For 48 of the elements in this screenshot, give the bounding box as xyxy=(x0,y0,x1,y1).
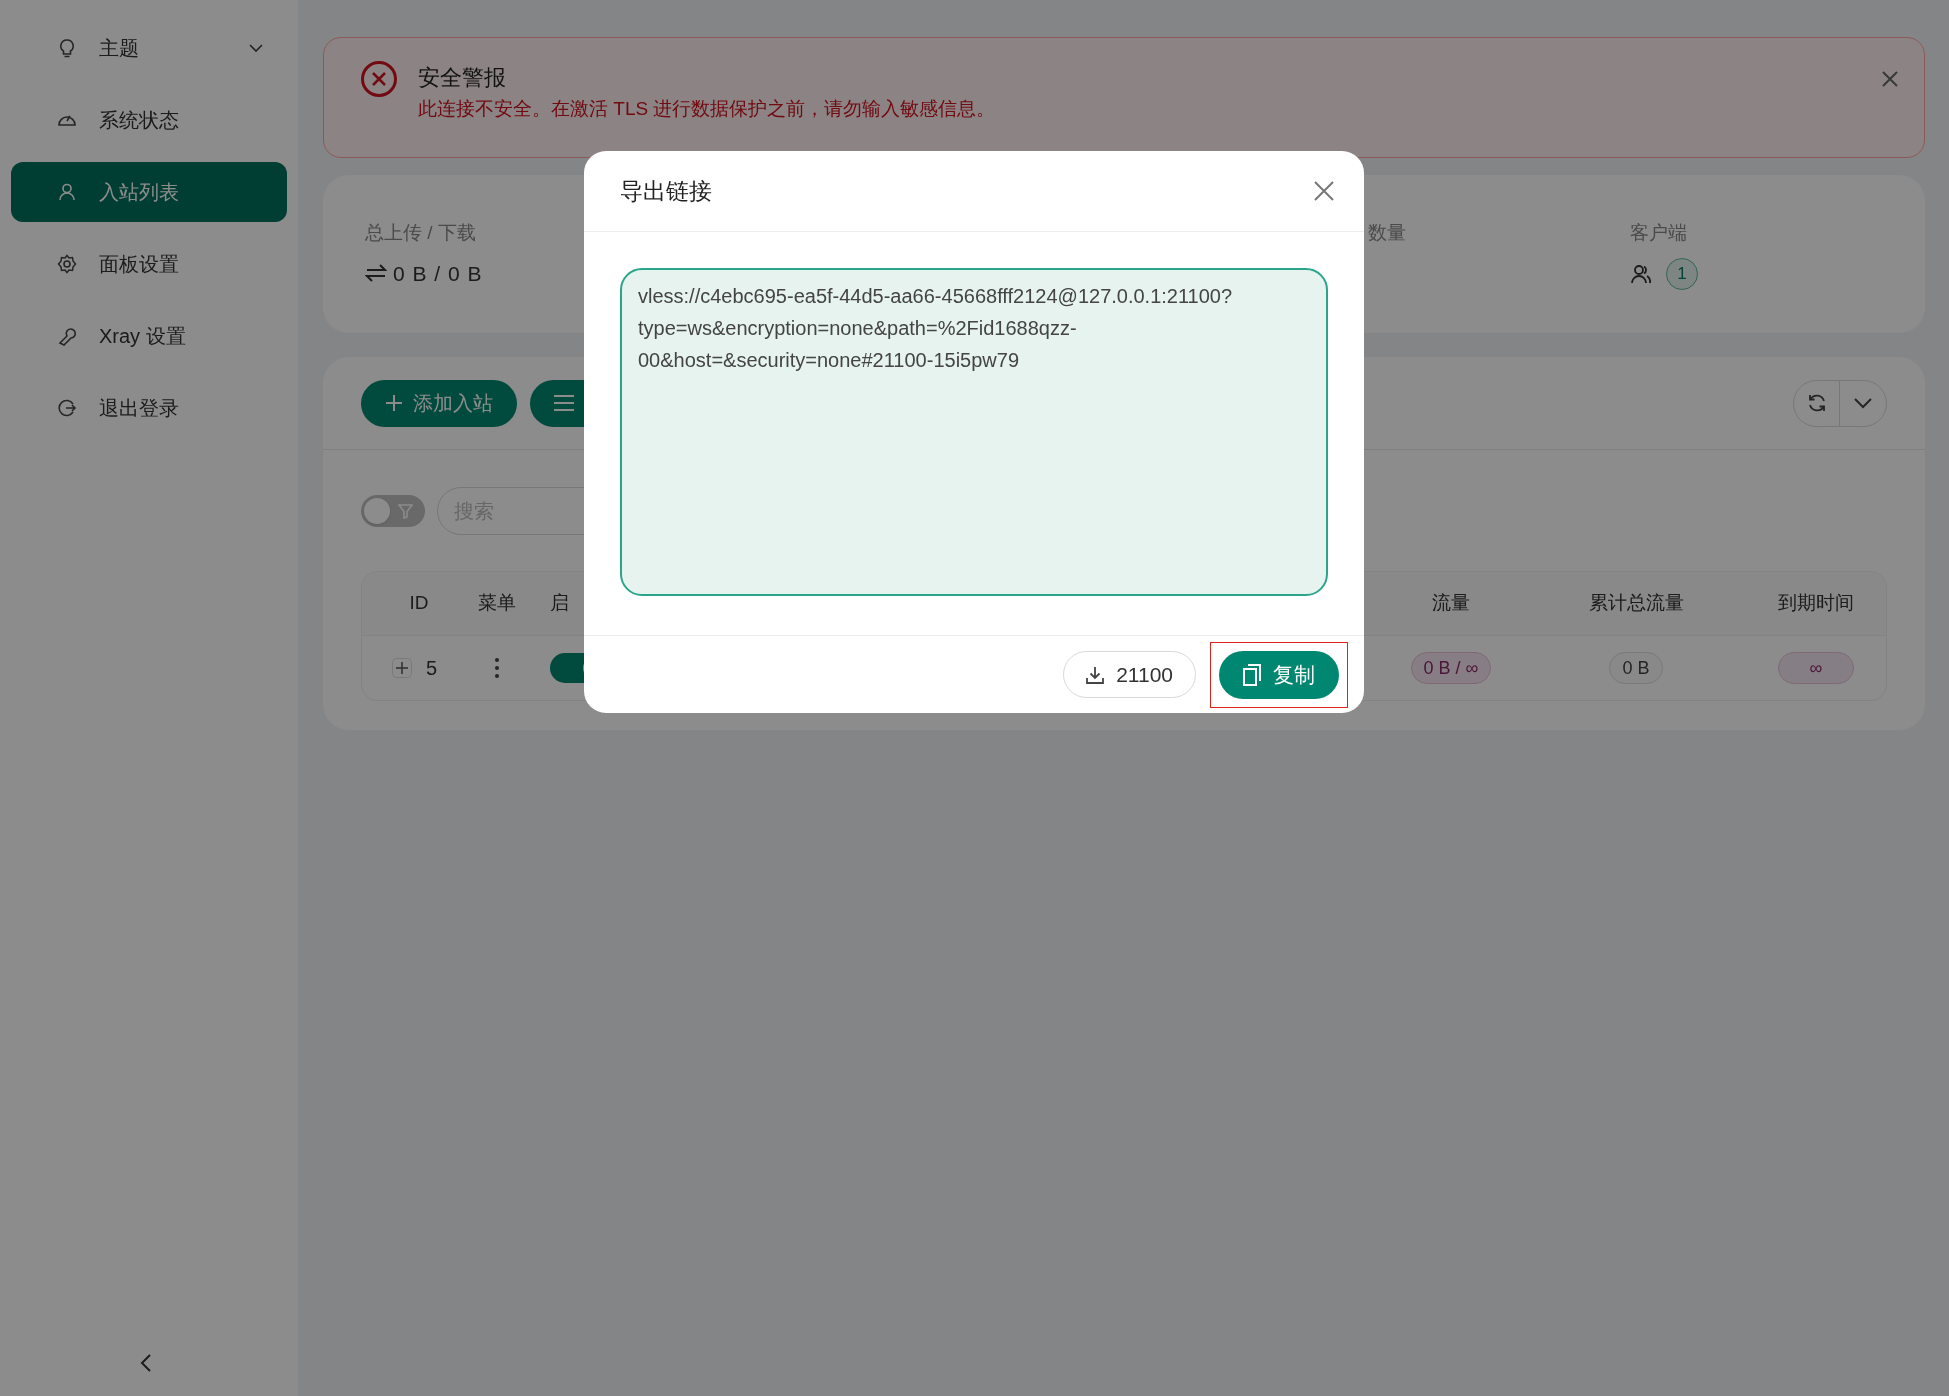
expand-icon[interactable] xyxy=(392,658,412,678)
client-count: 1 xyxy=(1666,257,1698,290)
bulb-icon xyxy=(57,38,77,58)
user-icon xyxy=(57,182,77,202)
stat-value: 0 B / 0 B xyxy=(393,260,483,287)
stat-label: 总上传 / 下载 xyxy=(365,221,477,245)
traffic-tag: 0 B xyxy=(1609,652,1663,684)
column-header: 启 xyxy=(550,591,569,616)
link-textarea[interactable]: vless://c4ebc695-ea5f-44d5-aa66-45668fff2124@127.0.0.1:21100?type=ws&encryption=none&path=%2Fid1688qzz-00&host=&security=none#21100-15i5pw79 xyxy=(620,268,1328,596)
sidebar-item[interactable]: 面板设置 xyxy=(11,234,287,294)
gear-icon xyxy=(57,254,77,274)
sidebar-item[interactable]: 入站列表 xyxy=(11,162,287,222)
alert-message: 此连接不安全。在激活 TLS 进行数据保护之前，请勿输入敏感信息。 xyxy=(418,97,996,121)
column-header: ID xyxy=(409,591,429,616)
dialog-title: 导出链接 xyxy=(620,176,712,206)
traffic-tag: ∞ xyxy=(1778,652,1854,684)
column-header: 累计总流量 xyxy=(1588,591,1684,616)
refresh-icon xyxy=(1806,393,1827,413)
stat-label: 客户端 xyxy=(1630,221,1688,245)
sidebar-item[interactable]: 退出登录 xyxy=(11,378,287,438)
copy-icon xyxy=(1243,663,1261,686)
add-inbound-button[interactable]: 添加入站 xyxy=(361,379,517,427)
close-icon[interactable] xyxy=(1314,181,1334,201)
download-icon xyxy=(1086,665,1105,684)
column-header: 流量 xyxy=(1432,591,1470,616)
logout-icon xyxy=(57,398,77,418)
collapse-icon[interactable] xyxy=(140,1354,152,1372)
sidebar-item[interactable]: 系统状态 xyxy=(11,90,287,150)
alert-title: 安全警报 xyxy=(418,64,507,92)
copy-button[interactable]: 复制 xyxy=(1219,650,1339,699)
menu-icon xyxy=(554,395,574,411)
column-header: 到期时间 xyxy=(1778,591,1854,616)
filter-toggle[interactable] xyxy=(361,495,425,527)
close-icon[interactable] xyxy=(1882,71,1898,87)
chevron-down-icon xyxy=(249,43,263,53)
table-cell-text: 5 xyxy=(426,656,438,681)
sidebar-item[interactable]: Xray 设置 xyxy=(11,306,287,366)
traffic-tag: 0 B / ∞ xyxy=(1410,652,1492,684)
more-icon[interactable] xyxy=(494,657,500,679)
plus-icon xyxy=(385,394,403,412)
chevron-down-icon xyxy=(1854,397,1872,409)
swap-icon xyxy=(365,264,387,283)
filter-icon xyxy=(398,503,413,519)
sidebar-item[interactable]: 主题 xyxy=(11,18,287,78)
users-icon xyxy=(1630,263,1652,284)
stat-label: 数量 xyxy=(1368,221,1407,245)
error-icon xyxy=(360,60,398,98)
column-header: 菜单 xyxy=(478,591,516,616)
